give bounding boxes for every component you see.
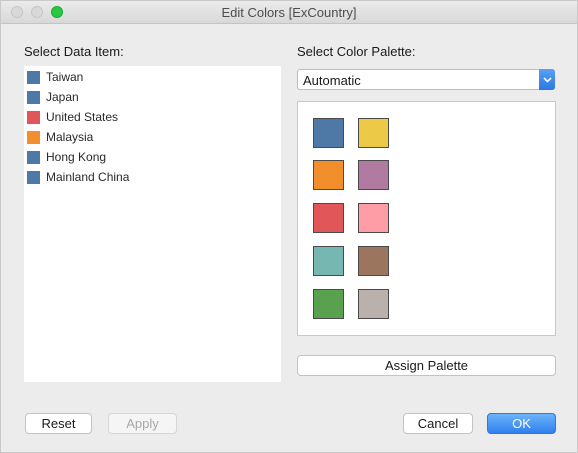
reset-button[interactable]: Reset <box>25 413 92 434</box>
palette-swatch[interactable] <box>358 160 389 190</box>
color-swatch <box>27 90 40 104</box>
list-item[interactable]: Taiwan <box>27 68 83 86</box>
title-bar[interactable]: Edit Colors [ExCountry] <box>1 1 577 24</box>
palette-swatch[interactable] <box>358 289 389 319</box>
palette-swatch[interactable] <box>313 118 344 148</box>
list-item[interactable]: Malaysia <box>27 128 93 146</box>
color-swatch <box>27 110 40 124</box>
palette-swatch[interactable] <box>358 118 389 148</box>
palette-swatch[interactable] <box>313 203 344 233</box>
color-swatch <box>27 70 40 84</box>
palette-swatch-grid <box>297 101 556 336</box>
list-item-label: Malaysia <box>46 130 94 144</box>
window-title: Edit Colors [ExCountry] <box>221 5 357 20</box>
palette-swatch[interactable] <box>313 289 344 319</box>
color-swatch <box>27 150 40 164</box>
list-item[interactable]: Mainland China <box>27 168 129 186</box>
cancel-button[interactable]: Cancel <box>403 413 473 434</box>
edit-colors-dialog: Edit Colors [ExCountry] Select Data Item… <box>0 0 578 453</box>
list-item-label: Taiwan <box>46 70 84 84</box>
palette-swatch[interactable] <box>313 160 344 190</box>
palette-swatch[interactable] <box>313 246 344 276</box>
list-item[interactable]: United States <box>27 108 118 126</box>
list-item-label: United States <box>46 110 119 124</box>
palette-swatch[interactable] <box>358 203 389 233</box>
data-item-list[interactable]: Taiwan Japan United States Malaysia Hong… <box>24 66 281 382</box>
chevron-down-icon[interactable] <box>539 69 555 90</box>
color-swatch <box>27 170 40 184</box>
ok-button[interactable]: OK <box>487 413 556 434</box>
palette-swatch[interactable] <box>358 246 389 276</box>
select-data-item-label: Select Data Item: <box>24 44 124 59</box>
color-swatch <box>27 130 40 144</box>
list-item[interactable]: Hong Kong <box>27 148 106 166</box>
palette-select[interactable]: Automatic <box>297 69 555 90</box>
list-item-label: Mainland China <box>46 170 130 184</box>
apply-button[interactable]: Apply <box>108 413 177 434</box>
palette-select-value: Automatic <box>303 73 361 88</box>
list-item-label: Japan <box>46 90 79 104</box>
list-item-label: Hong Kong <box>46 150 107 164</box>
assign-palette-button[interactable]: Assign Palette <box>297 355 556 376</box>
select-color-palette-label: Select Color Palette: <box>297 44 416 59</box>
list-item[interactable]: Japan <box>27 88 79 106</box>
